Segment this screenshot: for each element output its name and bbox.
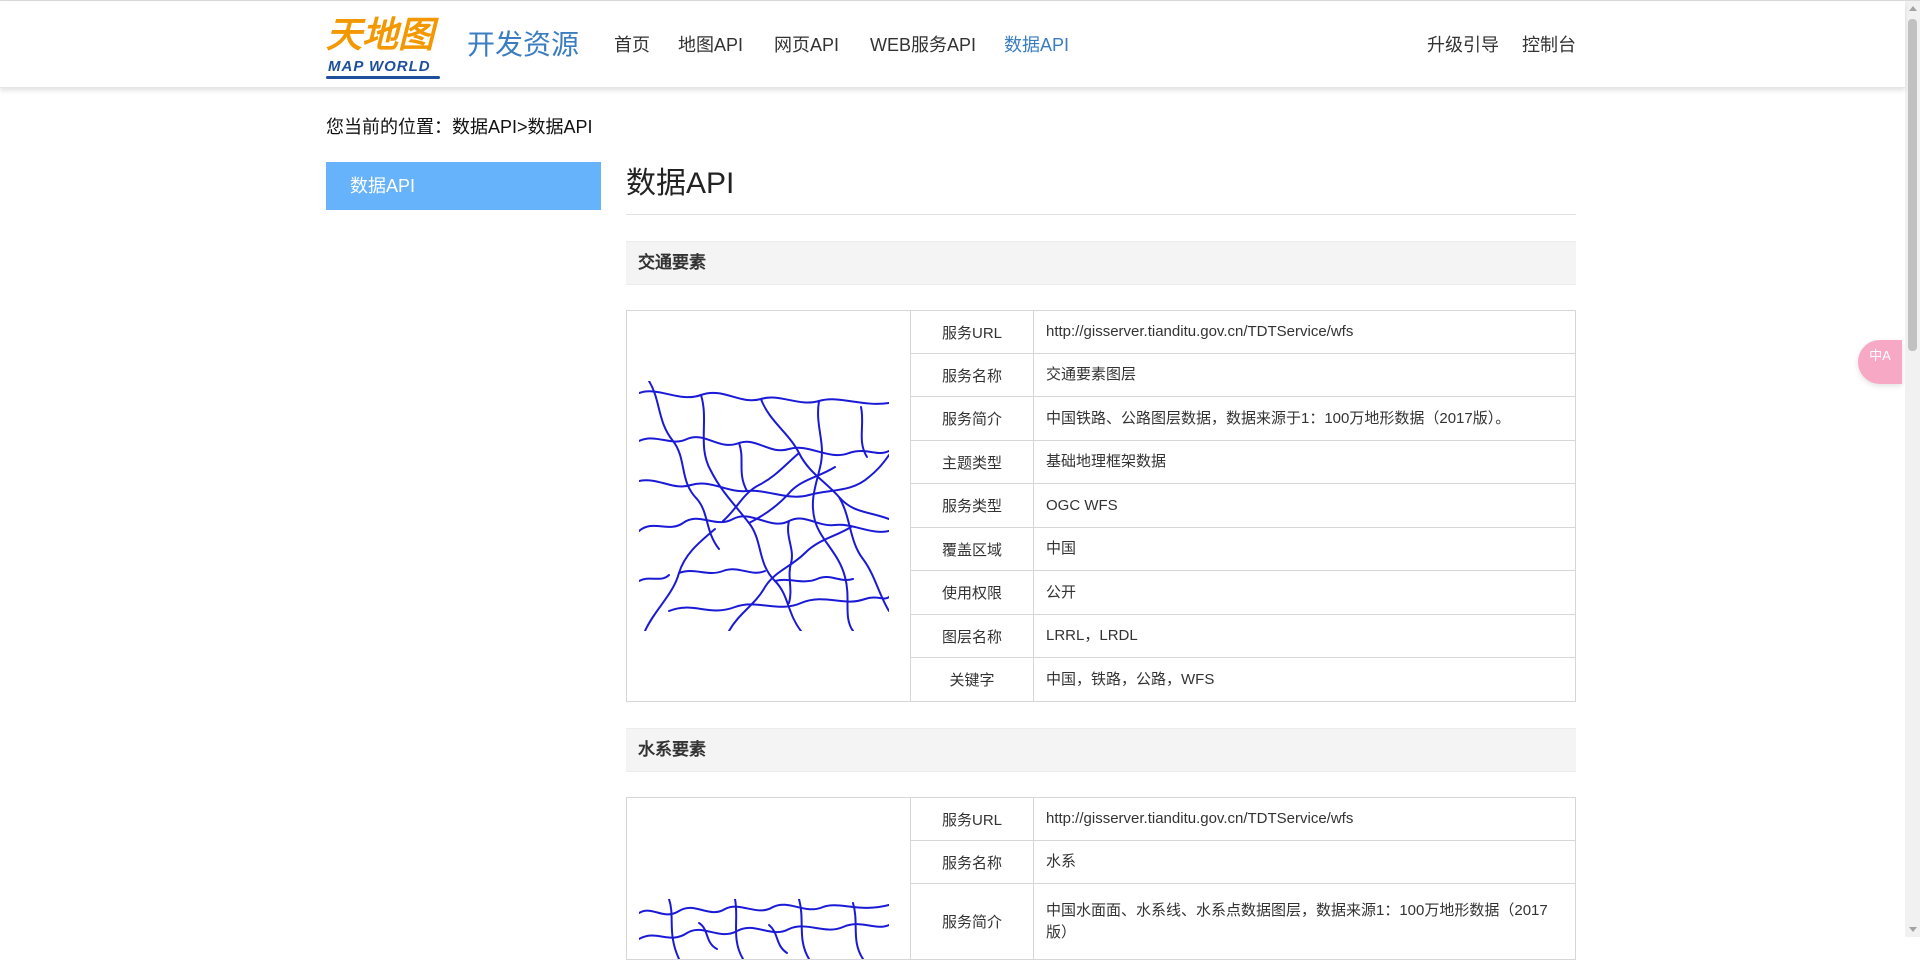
- vertical-scrollbar[interactable]: [1905, 1, 1920, 937]
- nav-map-api[interactable]: 地图API: [678, 33, 743, 57]
- nav-web-service-api[interactable]: WEB服务API: [870, 33, 976, 57]
- field-value: 水系: [1033, 840, 1576, 884]
- service-url-value[interactable]: http://gisserver.tianditu.gov.cn/TDTServ…: [1033, 310, 1576, 354]
- page-title: 数据API: [626, 167, 735, 200]
- field-label: 服务名称: [910, 353, 1034, 397]
- field-label: 服务URL: [910, 310, 1034, 354]
- section-heading-traffic: 交通要素: [626, 241, 1576, 285]
- field-label: 服务名称: [910, 840, 1034, 884]
- scroll-down-icon[interactable]: [1909, 927, 1917, 932]
- translate-button-label: 中A: [1869, 348, 1891, 363]
- scrollbar-thumb[interactable]: [1908, 19, 1917, 351]
- field-value: OGC WFS: [1033, 483, 1576, 528]
- field-value: 中国: [1033, 527, 1576, 571]
- field-value: LRRL，LRDL: [1033, 614, 1576, 658]
- field-value: 公开: [1033, 570, 1576, 615]
- field-label: 服务URL: [910, 797, 1034, 841]
- nav-upgrade-guide[interactable]: 升级引导: [1427, 33, 1499, 57]
- site-header: 天地图 MAP WORLD 开发资源 首页 地图API 网页API WEB服务A…: [0, 1, 1905, 88]
- section-heading-water: 水系要素: [626, 728, 1576, 772]
- title-divider: [626, 214, 1576, 215]
- breadcrumb: 您当前的位置：数据API>数据API: [326, 117, 593, 137]
- field-label: 服务简介: [910, 883, 1034, 960]
- nav-console[interactable]: 控制台: [1522, 33, 1576, 57]
- field-value: 基础地理框架数据: [1033, 440, 1576, 484]
- table-row: 服务URL http://gisserver.tianditu.gov.cn/T…: [626, 310, 1576, 702]
- site-name: 开发资源: [467, 29, 580, 60]
- field-label: 图层名称: [910, 614, 1034, 658]
- nav-home[interactable]: 首页: [614, 33, 650, 57]
- road-network-thumbnail: [639, 381, 889, 631]
- field-label: 主题类型: [910, 440, 1034, 484]
- field-value: 交通要素图层: [1033, 353, 1576, 397]
- logo-english-text: MAP WORLD: [328, 58, 431, 75]
- service-table-water: 服务URL http://gisserver.tianditu.gov.cn/T…: [626, 797, 1576, 960]
- service-url-value[interactable]: http://gisserver.tianditu.gov.cn/TDTServ…: [1033, 797, 1576, 841]
- service-table-traffic: 服务URL http://gisserver.tianditu.gov.cn/T…: [626, 310, 1576, 702]
- thumbnail-cell: [626, 310, 911, 702]
- logo-chinese-text: 天地图: [326, 14, 435, 56]
- tianditu-logo[interactable]: 天地图 MAP WORLD: [326, 15, 442, 79]
- field-label: 覆盖区域: [910, 527, 1034, 571]
- sidebar-item-data-api[interactable]: 数据API: [326, 162, 601, 210]
- field-value: 中国铁路、公路图层数据，数据来源于1：100万地形数据（2017版）。: [1033, 396, 1576, 441]
- field-label: 服务类型: [910, 483, 1034, 528]
- scroll-up-icon[interactable]: [1909, 6, 1917, 11]
- table-row: 服务URL http://gisserver.tianditu.gov.cn/T…: [626, 797, 1576, 960]
- translate-icon[interactable]: 中A: [1858, 340, 1902, 384]
- thumbnail-cell: [626, 797, 911, 960]
- water-network-thumbnail: [639, 899, 889, 959]
- nav-web-api[interactable]: 网页API: [774, 33, 839, 57]
- nav-data-api[interactable]: 数据API: [1004, 33, 1069, 57]
- field-label: 服务简介: [910, 396, 1034, 441]
- field-value: 中国水面面、水系线、水系点数据图层，数据来源1：100万地形数据（2017版）: [1033, 883, 1576, 960]
- field-label: 使用权限: [910, 570, 1034, 615]
- field-value: 中国，铁路，公路，WFS: [1033, 657, 1576, 702]
- field-label: 关键字: [910, 657, 1034, 702]
- logo-swoosh: [326, 76, 440, 79]
